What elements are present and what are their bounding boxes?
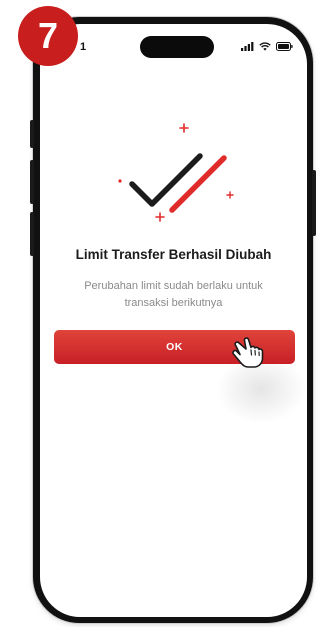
phone-side-button <box>30 120 34 148</box>
checkmark-success-icon <box>118 123 234 222</box>
phone-side-button <box>30 212 34 256</box>
cellular-signal-icon <box>241 42 254 51</box>
phone-side-button <box>30 160 34 204</box>
hand-pointer-icon <box>232 337 264 368</box>
phone-screen: 1 Limit Transfer Berhasil Diubah Perubah… <box>40 24 307 617</box>
wifi-icon <box>259 42 271 51</box>
ok-button-label: OK <box>166 341 183 353</box>
step-number-badge: 7 <box>18 6 78 66</box>
dynamic-island <box>140 36 214 58</box>
dialog-message: Perubahan limit sudah berlaku untuk tran… <box>84 280 263 309</box>
battery-icon <box>276 42 293 51</box>
status-icons <box>241 42 293 51</box>
phone-side-button <box>312 170 316 236</box>
status-time: 1 <box>80 41 87 53</box>
dialog-title: Limit Transfer Berhasil Diubah <box>75 247 272 262</box>
tutorial-stage: 7 1 Limit Transfer Berhasil Diubah Perub… <box>0 0 320 627</box>
step-number: 7 <box>37 15 59 56</box>
